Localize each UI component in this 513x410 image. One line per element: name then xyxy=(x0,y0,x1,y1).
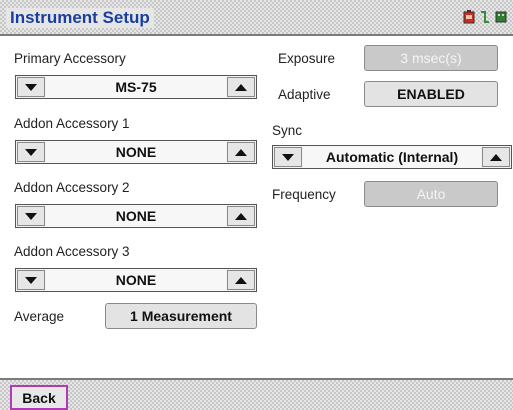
up-arrow-icon xyxy=(235,276,247,284)
up-arrow-icon xyxy=(235,83,247,91)
back-button[interactable]: Back xyxy=(10,385,68,410)
down-arrow-icon xyxy=(25,83,37,91)
down-arrow-icon xyxy=(25,276,37,284)
addon-accessory-1-spinner: NONE xyxy=(15,140,257,164)
primary-accessory-up-button[interactable] xyxy=(227,77,255,97)
addon-accessory-2-down-button[interactable] xyxy=(17,206,45,226)
memory-card-icon xyxy=(495,10,507,24)
average-button[interactable]: 1 Measurement xyxy=(105,303,257,329)
frequency-label: Frequency xyxy=(272,187,336,202)
down-arrow-icon xyxy=(282,153,294,161)
title-bar: Instrument Setup xyxy=(0,0,513,36)
primary-accessory-value[interactable]: MS-75 xyxy=(46,76,226,98)
exposure-button[interactable]: 3 msec(s) xyxy=(364,45,498,71)
down-arrow-icon xyxy=(25,212,37,220)
sync-label: Sync xyxy=(272,123,303,138)
primary-accessory-label: Primary Accessory xyxy=(14,51,126,66)
sync-value[interactable]: Automatic (Internal) xyxy=(303,146,481,168)
sync-up-button[interactable] xyxy=(482,147,510,167)
addon-accessory-3-label: Addon Accessory 3 xyxy=(14,244,130,259)
up-arrow-icon xyxy=(490,153,502,161)
connection-icon xyxy=(479,10,491,24)
addon-accessory-2-label: Addon Accessory 2 xyxy=(14,180,130,195)
adaptive-button[interactable]: ENABLED xyxy=(364,81,498,107)
up-arrow-icon xyxy=(235,212,247,220)
addon-accessory-1-down-button[interactable] xyxy=(17,142,45,162)
sync-down-button[interactable] xyxy=(274,147,302,167)
up-arrow-icon xyxy=(235,148,247,156)
addon-accessory-1-label: Addon Accessory 1 xyxy=(14,116,130,131)
bottom-bar: Back xyxy=(0,378,513,410)
addon-accessory-3-down-button[interactable] xyxy=(17,270,45,290)
addon-accessory-2-value[interactable]: NONE xyxy=(46,205,226,227)
adaptive-label: Adaptive xyxy=(278,87,331,102)
down-arrow-icon xyxy=(25,148,37,156)
addon-accessory-3-up-button[interactable] xyxy=(227,270,255,290)
frequency-button[interactable]: Auto xyxy=(364,181,498,207)
battery-icon xyxy=(463,10,475,24)
average-label: Average xyxy=(14,309,65,324)
sync-spinner: Automatic (Internal) xyxy=(272,145,512,169)
addon-accessory-2-up-button[interactable] xyxy=(227,206,255,226)
addon-accessory-2-spinner: NONE xyxy=(15,204,257,228)
addon-accessory-3-value[interactable]: NONE xyxy=(46,269,226,291)
window-title: Instrument Setup xyxy=(6,8,154,28)
addon-accessory-3-spinner: NONE xyxy=(15,268,257,292)
exposure-label: Exposure xyxy=(278,51,336,66)
status-icons xyxy=(463,10,507,24)
addon-accessory-1-up-button[interactable] xyxy=(227,142,255,162)
addon-accessory-1-value[interactable]: NONE xyxy=(46,141,226,163)
primary-accessory-down-button[interactable] xyxy=(17,77,45,97)
primary-accessory-spinner: MS-75 xyxy=(15,75,257,99)
